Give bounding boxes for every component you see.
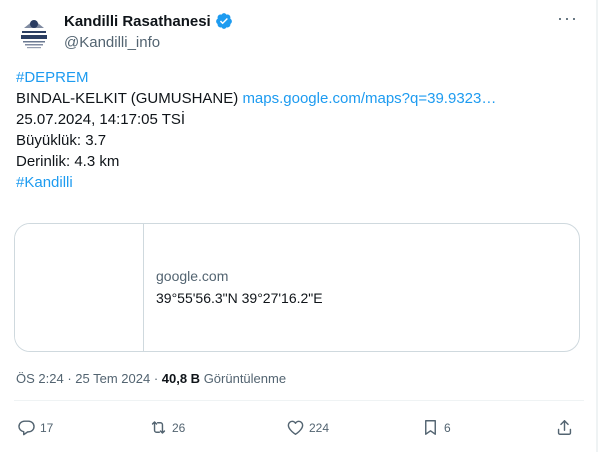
depth-text: Derinlik: 4.3 km: [16, 153, 120, 170]
reply-count: 17: [40, 420, 54, 435]
reply-button[interactable]: 17: [17, 418, 53, 437]
heart-icon: [287, 420, 304, 435]
bookmark-button[interactable]: 6: [421, 418, 451, 437]
divider: [14, 400, 584, 401]
hashtag-deprem[interactable]: #DEPREM: [16, 69, 89, 86]
views-label: Görüntülenme: [200, 371, 287, 386]
magnitude-text: Büyüklük: 3.7: [16, 132, 107, 149]
like-button[interactable]: 224: [286, 418, 329, 437]
meta-separator: ·: [150, 371, 162, 386]
datetime-text: 25.07.2024, 14:17:05 TSİ: [16, 111, 186, 128]
views-count: 40,8 B: [161, 371, 201, 386]
card-title: 39°55'56.3"N 39°27'16.2"E: [156, 290, 323, 306]
link-preview-card[interactable]: google.com 39°55'56.3"N 39°27'16.2"E: [14, 223, 580, 352]
retweet-icon: [151, 421, 166, 434]
retweet-button[interactable]: 26: [149, 418, 185, 437]
action-bar: 17 26 224 6: [0, 418, 598, 442]
account-handle[interactable]: @Kandilli_info: [64, 34, 160, 51]
author-row: Kandilli Rasathanesi: [64, 12, 233, 30]
avatar[interactable]: [14, 14, 54, 54]
like-count: 224: [309, 420, 330, 435]
kandilli-logo-icon: [14, 14, 54, 54]
retweet-count: 26: [172, 420, 186, 435]
meta-separator: ·: [63, 371, 76, 386]
share-button[interactable]: [555, 418, 574, 437]
map-link[interactable]: maps.google.com/maps?q=39.9323…: [242, 90, 496, 107]
bookmark-icon: [425, 420, 436, 435]
card-thumbnail[interactable]: [15, 224, 144, 351]
tweet-meta: ÖS 2:24 · 25 Tem 2024 · 40,8 B Görüntüle…: [16, 371, 286, 386]
verified-badge-icon[interactable]: [215, 12, 233, 30]
share-icon: [557, 420, 572, 435]
hashtag-kandilli[interactable]: #Kandilli: [16, 174, 73, 191]
bookmark-count: 6: [444, 420, 451, 435]
account-name[interactable]: Kandilli Rasathanesi: [64, 13, 211, 30]
more-options-button[interactable]: ···: [557, 8, 578, 29]
card-domain: google.com: [156, 268, 229, 284]
tweet-date[interactable]: 25 Tem 2024: [75, 371, 150, 386]
reply-icon: [18, 420, 35, 436]
location-text: BINDAL-KELKIT (GUMUSHANE): [16, 90, 239, 107]
tweet-text: #DEPREM BINDAL-KELKIT (GUMUSHANE) maps.g…: [16, 67, 576, 193]
tweet-time[interactable]: ÖS 2:24: [16, 371, 64, 386]
